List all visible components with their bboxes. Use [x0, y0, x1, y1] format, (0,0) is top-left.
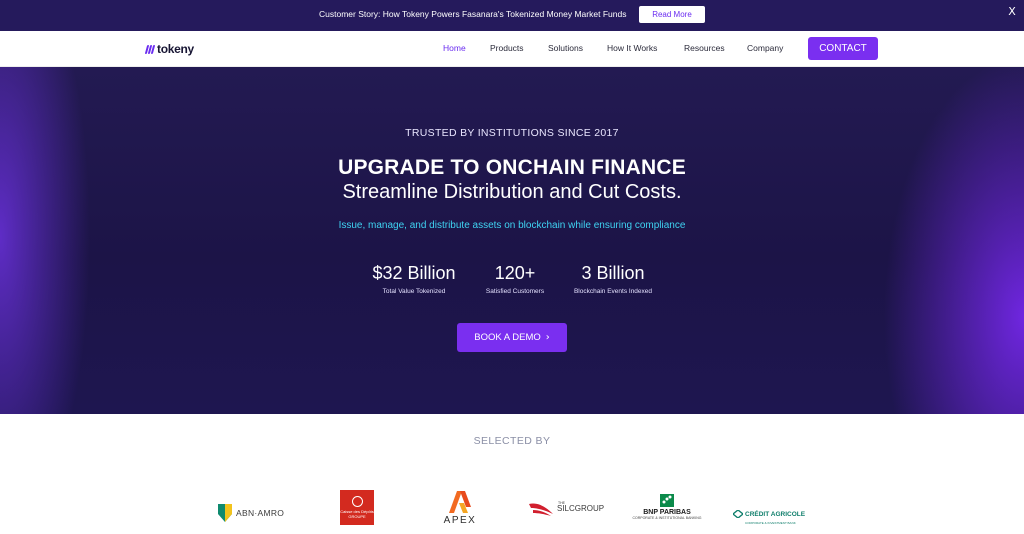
hero-section: TRUSTED BY INSTITUTIONS SINCE 2017 UPGRA…: [0, 67, 1024, 414]
credit-agricole-wordmark: CRÉDIT AGRICOLE CORPORATE & INVESTMENT B…: [743, 503, 805, 525]
stat-label: Total Value Tokenized: [382, 288, 446, 295]
caisse-text: Caisse des Dépôts GROUPE: [340, 509, 374, 519]
hero-subtitle: Streamline Distribution and Cut Costs.: [342, 181, 682, 203]
nav-item-products[interactable]: Products: [490, 43, 524, 53]
hero-tagline: Issue, manage, and distribute assets on …: [338, 220, 686, 231]
stat-customers: 120+ Satisfied Customers: [460, 263, 570, 295]
stat-value: $32 Billion: [372, 263, 456, 283]
bnp-paribas-text: BNP PARIBAS: [643, 509, 691, 516]
caisse-emblem-icon: [351, 496, 363, 507]
book-demo-button[interactable]: BOOK A DEMO ›: [457, 323, 567, 352]
selected-by-title: SELECTED BY: [473, 435, 551, 447]
bnp-paribas-logo: BNP PARIBAS CORPORATE & INSTITUTIONAL BA…: [631, 494, 703, 520]
abn-amro-shield-icon: [218, 504, 232, 522]
book-demo-label: BOOK A DEMO: [474, 332, 541, 343]
contact-button[interactable]: CONTACT: [808, 37, 878, 60]
announcement-text: Customer Story: How Tokeny Powers Fasana…: [319, 9, 627, 19]
silc-wing-icon: [529, 503, 553, 516]
abn-amro-text: ABN·AMRO: [236, 508, 285, 518]
apex-text: APEX: [443, 515, 477, 526]
stat-label: Satisfied Customers: [485, 288, 545, 295]
nav-item-how-it-works[interactable]: How It Works: [607, 43, 657, 53]
apex-mark-icon: [449, 491, 471, 513]
tokeny-logo[interactable]: tokeny: [144, 41, 194, 57]
close-icon[interactable]: X: [1005, 5, 1019, 19]
bnp-stars-icon: [660, 494, 674, 507]
stat-value: 120+: [494, 263, 536, 283]
nav-item-resources[interactable]: Resources: [684, 43, 725, 53]
apex-logo: APEX: [438, 489, 482, 529]
hero-title: UPGRADE TO ONCHAIN FINANCE: [338, 156, 686, 179]
read-more-button[interactable]: Read More: [639, 6, 705, 23]
logo-text: tokeny: [157, 42, 194, 56]
tokeny-logo-icon: [144, 44, 156, 54]
stat-label: Blockchain Events Indexed: [573, 288, 653, 295]
caisse-des-depots-logo: Caisse des Dépôts GROUPE: [340, 490, 374, 525]
navbar: tokeny Home Products Solutions How It Wo…: [0, 31, 1024, 67]
stat-total-value: $32 Billion Total Value Tokenized: [359, 263, 469, 295]
nav-item-home[interactable]: Home: [443, 43, 466, 53]
stat-value: 3 Billion: [581, 263, 645, 283]
bnp-paribas-subtext: CORPORATE & INSTITUTIONAL BANKING: [632, 516, 702, 520]
silc-prefix: THE: [558, 501, 565, 505]
credit-agricole-subtext: CORPORATE & INVESTMENT BANK: [745, 521, 796, 525]
credit-agricole-mark-icon: [733, 510, 743, 518]
credit-agricole-text: CRÉDIT AGRICOLE: [745, 511, 806, 518]
nav-item-solutions[interactable]: Solutions: [548, 43, 583, 53]
nav-item-company[interactable]: Company: [747, 43, 783, 53]
abn-amro-logo: ABN·AMRO: [218, 504, 284, 522]
announcement-bar: Customer Story: How Tokeny Powers Fasana…: [0, 0, 1024, 31]
silc-group-logo: THE SILCGROUP: [529, 500, 604, 516]
credit-agricole-logo: CRÉDIT AGRICOLE CORPORATE & INVESTMENT B…: [733, 503, 805, 525]
stat-blockchain-events: 3 Billion Blockchain Events Indexed: [558, 263, 668, 295]
hero-eyebrow: TRUSTED BY INSTITUTIONS SINCE 2017: [405, 127, 619, 139]
chevron-right-icon: ›: [545, 332, 550, 343]
